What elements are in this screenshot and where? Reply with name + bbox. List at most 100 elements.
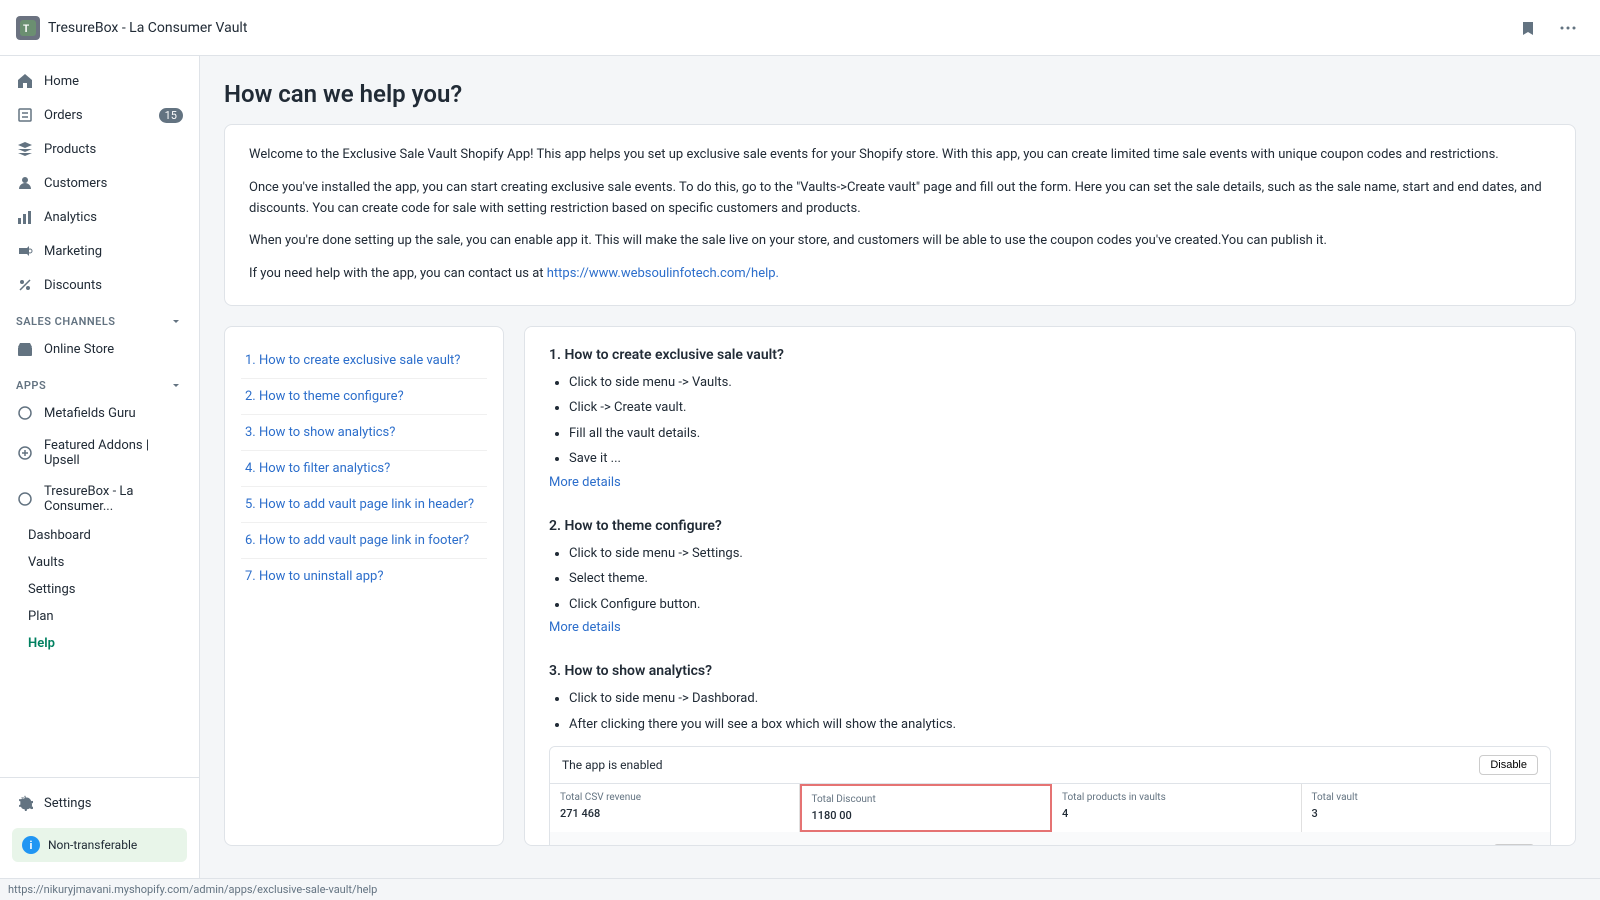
discounts-icon [16,276,34,294]
metric-csv-revenue: Total CSV revenue 271 468 [550,784,800,832]
metric-discount: Total Discount 1180 00 [800,784,1053,832]
sidebar-item-featured-addons[interactable]: Featured Addons | Upsell [0,430,199,476]
sidebar-item-online-store[interactable]: Online Store [0,332,199,366]
vaults-label: Vaults [28,555,64,570]
metric-vault-value: 3 [1312,807,1541,820]
metric-products: Total products in vaults 4 [1052,784,1302,832]
tresure-icon [16,490,34,508]
statusbar-url: https://nikuryjmavani.myshopify.com/admi… [8,883,377,896]
faq-item-4[interactable]: 4. How to filter analytics? [241,451,487,487]
faq-section-2-title: 2. How to theme configure? [549,518,1551,534]
sidebar-item-analytics-label: Analytics [44,210,97,225]
faq-item-6[interactable]: 6. How to add vault page link in footer? [241,523,487,559]
faq-1-bullet-2: Click -> Create vault. [569,398,1551,418]
apps-label: Apps [0,366,199,396]
metric-discount-value: 1180 00 [812,809,1041,822]
sidebar-sub-settings[interactable]: Settings [0,576,199,603]
sidebar-sub-vaults[interactable]: Vaults [0,549,199,576]
settings-sub-label: Settings [28,582,75,597]
faq-3-bullet-1: Click to side menu -> Dashborad. [569,689,1551,709]
help-intro-card: Welcome to the Exclusive Sale Vault Shop… [224,124,1576,306]
metafields-label: Metafields Guru [44,406,136,421]
analytics-chart-area: All Vault report Filter Est revenue tota… [550,832,1550,846]
faq-section-3: 3. How to show analytics? Click to side … [549,663,1551,846]
faq-item-7[interactable]: 7. How to uninstall app? [241,559,487,594]
sidebar-sub-plan[interactable]: Plan [0,603,199,630]
home-icon [16,72,34,90]
analytics-enabled-text: The app is enabled [562,758,662,772]
faq-section-3-title: 3. How to show analytics? [549,663,1551,679]
filter-button[interactable]: Filter [1494,844,1534,846]
faq-detail-card: 1. How to create exclusive sale vault? C… [524,326,1576,846]
sidebar-item-tresurebox[interactable]: TresureBox - La Consumer... [0,476,199,522]
faq-item-2[interactable]: 2. How to theme configure? [241,379,487,415]
topbar-title: TresureBox - La Consumer Vault [48,20,247,36]
metric-discount-label: Total Discount [812,794,1041,805]
metric-csv-revenue-label: Total CSV revenue [560,792,789,803]
topbar: T TresureBox - La Consumer Vault [0,0,1600,56]
settings-label: Settings [44,796,91,811]
faq-1-more-details[interactable]: More details [549,475,1551,490]
faq-item-5[interactable]: 5. How to add vault page link in header? [241,487,487,523]
sidebar-bottom: Settings i Non-transferable [0,777,199,878]
app-logo: T [16,16,40,40]
sidebar-item-orders[interactable]: Orders 15 [0,98,199,132]
sidebar-item-home[interactable]: Home [0,64,199,98]
help-content-grid: 1. How to create exclusive sale vault? 2… [224,326,1576,846]
sidebar-item-marketing-label: Marketing [44,244,102,259]
sidebar-item-marketing[interactable]: Marketing [0,234,199,268]
store-icon [16,340,34,358]
products-icon [16,140,34,158]
analytics-icon [16,208,34,226]
topbar-icons [1512,12,1584,44]
intro-para-2: Once you've installed the app, you can s… [249,178,1551,220]
online-store-label: Online Store [44,342,114,357]
sidebar-item-analytics[interactable]: Analytics [0,200,199,234]
metric-csv-revenue-value: 271 468 [560,807,789,820]
faq-2-bullet-2: Select theme. [569,569,1551,589]
metric-vault: Total vault 3 [1302,784,1551,832]
more-options-icon[interactable] [1552,12,1584,44]
disable-button[interactable]: Disable [1479,755,1538,775]
tresurebox-label: TresureBox - La Consumer... [44,484,183,514]
sidebar-item-products-label: Products [44,142,96,157]
faq-1-bullet-4: Save it ... [569,449,1551,469]
analytics-chart-toolbar: All Vault report Filter [558,840,1542,846]
faq-item-1[interactable]: 1. How to create exclusive sale vault? [241,343,487,379]
sidebar-item-discounts[interactable]: Discounts [0,268,199,302]
sidebar-item-metafields[interactable]: Metafields Guru [0,396,199,430]
faq-section-1: 1. How to create exclusive sale vault? C… [549,347,1551,490]
sidebar-item-products[interactable]: Products [0,132,199,166]
sidebar-item-customers[interactable]: Customers [0,166,199,200]
gear-icon [16,794,34,812]
faq-item-3[interactable]: 3. How to show analytics? [241,415,487,451]
sidebar-sub-dashboard[interactable]: Dashboard [0,522,199,549]
non-transferable-text: Non-transferable [48,838,137,852]
customers-icon [16,174,34,192]
faq-section-2: 2. How to theme configure? Click to side… [549,518,1551,636]
orders-badge: 15 [159,108,183,123]
intro-para-1: Welcome to the Exclusive Sale Vault Shop… [249,145,1551,166]
page-title: How can we help you? [224,80,1576,108]
orders-icon [16,106,34,124]
bookmark-icon[interactable] [1512,12,1544,44]
addons-icon [16,444,34,462]
sidebar-sub-help[interactable]: Help [0,630,199,657]
statusbar: https://nikuryjmavani.myshopify.com/admi… [0,878,1600,900]
sidebar-item-orders-label: Orders [44,108,83,123]
marketing-icon [16,242,34,260]
dashboard-label: Dashboard [28,528,91,543]
contact-link[interactable]: https://www.websoulinfotech.com/help. [547,266,779,281]
metric-products-label: Total products in vaults [1062,792,1291,803]
sidebar-item-discounts-label: Discounts [44,278,102,293]
intro-para-3: When you're done setting up the sale, yo… [249,231,1551,252]
sidebar-settings-btn[interactable]: Settings [0,786,199,820]
sidebar-item-home-label: Home [44,74,79,89]
non-transferable-badge: i Non-transferable [12,828,187,862]
analytics-metrics-row: Total CSV revenue 271 468 Total Discount… [550,784,1550,832]
info-icon: i [22,836,40,854]
faq-1-bullet-1: Click to side menu -> Vaults. [569,373,1551,393]
faq-2-more-details[interactable]: More details [549,620,1551,635]
sidebar-item-customers-label: Customers [44,176,107,191]
plan-label: Plan [28,609,54,624]
